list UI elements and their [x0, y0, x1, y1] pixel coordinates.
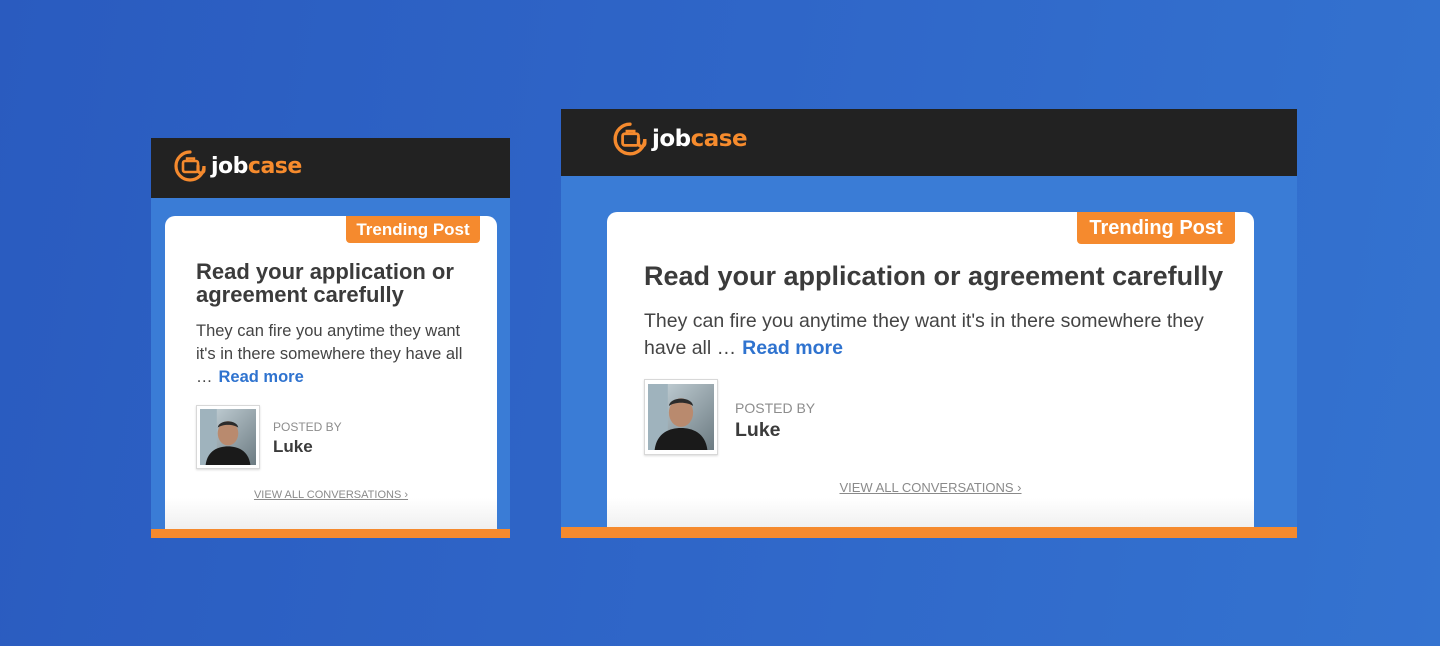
author-name[interactable]: Luke: [735, 419, 781, 442]
posted-by-label: POSTED BY: [735, 400, 816, 416]
view-all-conversations-link[interactable]: VIEW ALL CONVERSATIONS ›: [607, 480, 1254, 495]
briefcase-at-icon: [174, 150, 206, 182]
logo-wordmark: jobcase: [652, 126, 748, 152]
ad-header: jobcase: [561, 109, 1297, 176]
trending-badge: Trending Post: [1077, 212, 1235, 244]
post-title[interactable]: Read your application or agreement caref…: [196, 260, 486, 306]
view-all-conversations-link[interactable]: VIEW ALL CONVERSATIONS ›: [165, 489, 497, 501]
trending-badge: Trending Post: [346, 216, 480, 243]
ad-small[interactable]: jobcase Trending Post Read your applicat…: [151, 138, 510, 538]
post-excerpt-text: They can fire you anytime they want it's…: [644, 310, 1204, 359]
post-card[interactable]: Trending Post Read your application or a…: [165, 216, 497, 538]
post-title[interactable]: Read your application or agreement caref…: [644, 260, 1244, 292]
post-excerpt: They can fire you anytime they want it's…: [196, 320, 481, 389]
read-more-link[interactable]: Read more: [742, 337, 843, 359]
ad-large[interactable]: jobcase Trending Post Read your applicat…: [561, 109, 1297, 538]
ad-header: jobcase: [151, 138, 510, 198]
accent-bar: [561, 527, 1297, 538]
briefcase-at-icon: [613, 122, 647, 156]
accent-bar: [151, 529, 510, 538]
jobcase-logo[interactable]: jobcase: [173, 149, 302, 183]
author-name[interactable]: Luke: [273, 437, 313, 457]
jobcase-logo[interactable]: jobcase: [612, 121, 748, 157]
post-excerpt: They can fire you anytime they want it's…: [644, 308, 1224, 362]
author-avatar: [196, 405, 260, 469]
post-card[interactable]: Trending Post Read your application or a…: [607, 212, 1254, 538]
author-avatar: [644, 379, 718, 455]
logo-wordmark: jobcase: [211, 153, 302, 179]
user-avatar-photo: [200, 409, 256, 465]
user-avatar-photo: [648, 384, 714, 450]
read-more-link[interactable]: Read more: [219, 368, 304, 386]
posted-by-label: POSTED BY: [273, 420, 342, 434]
